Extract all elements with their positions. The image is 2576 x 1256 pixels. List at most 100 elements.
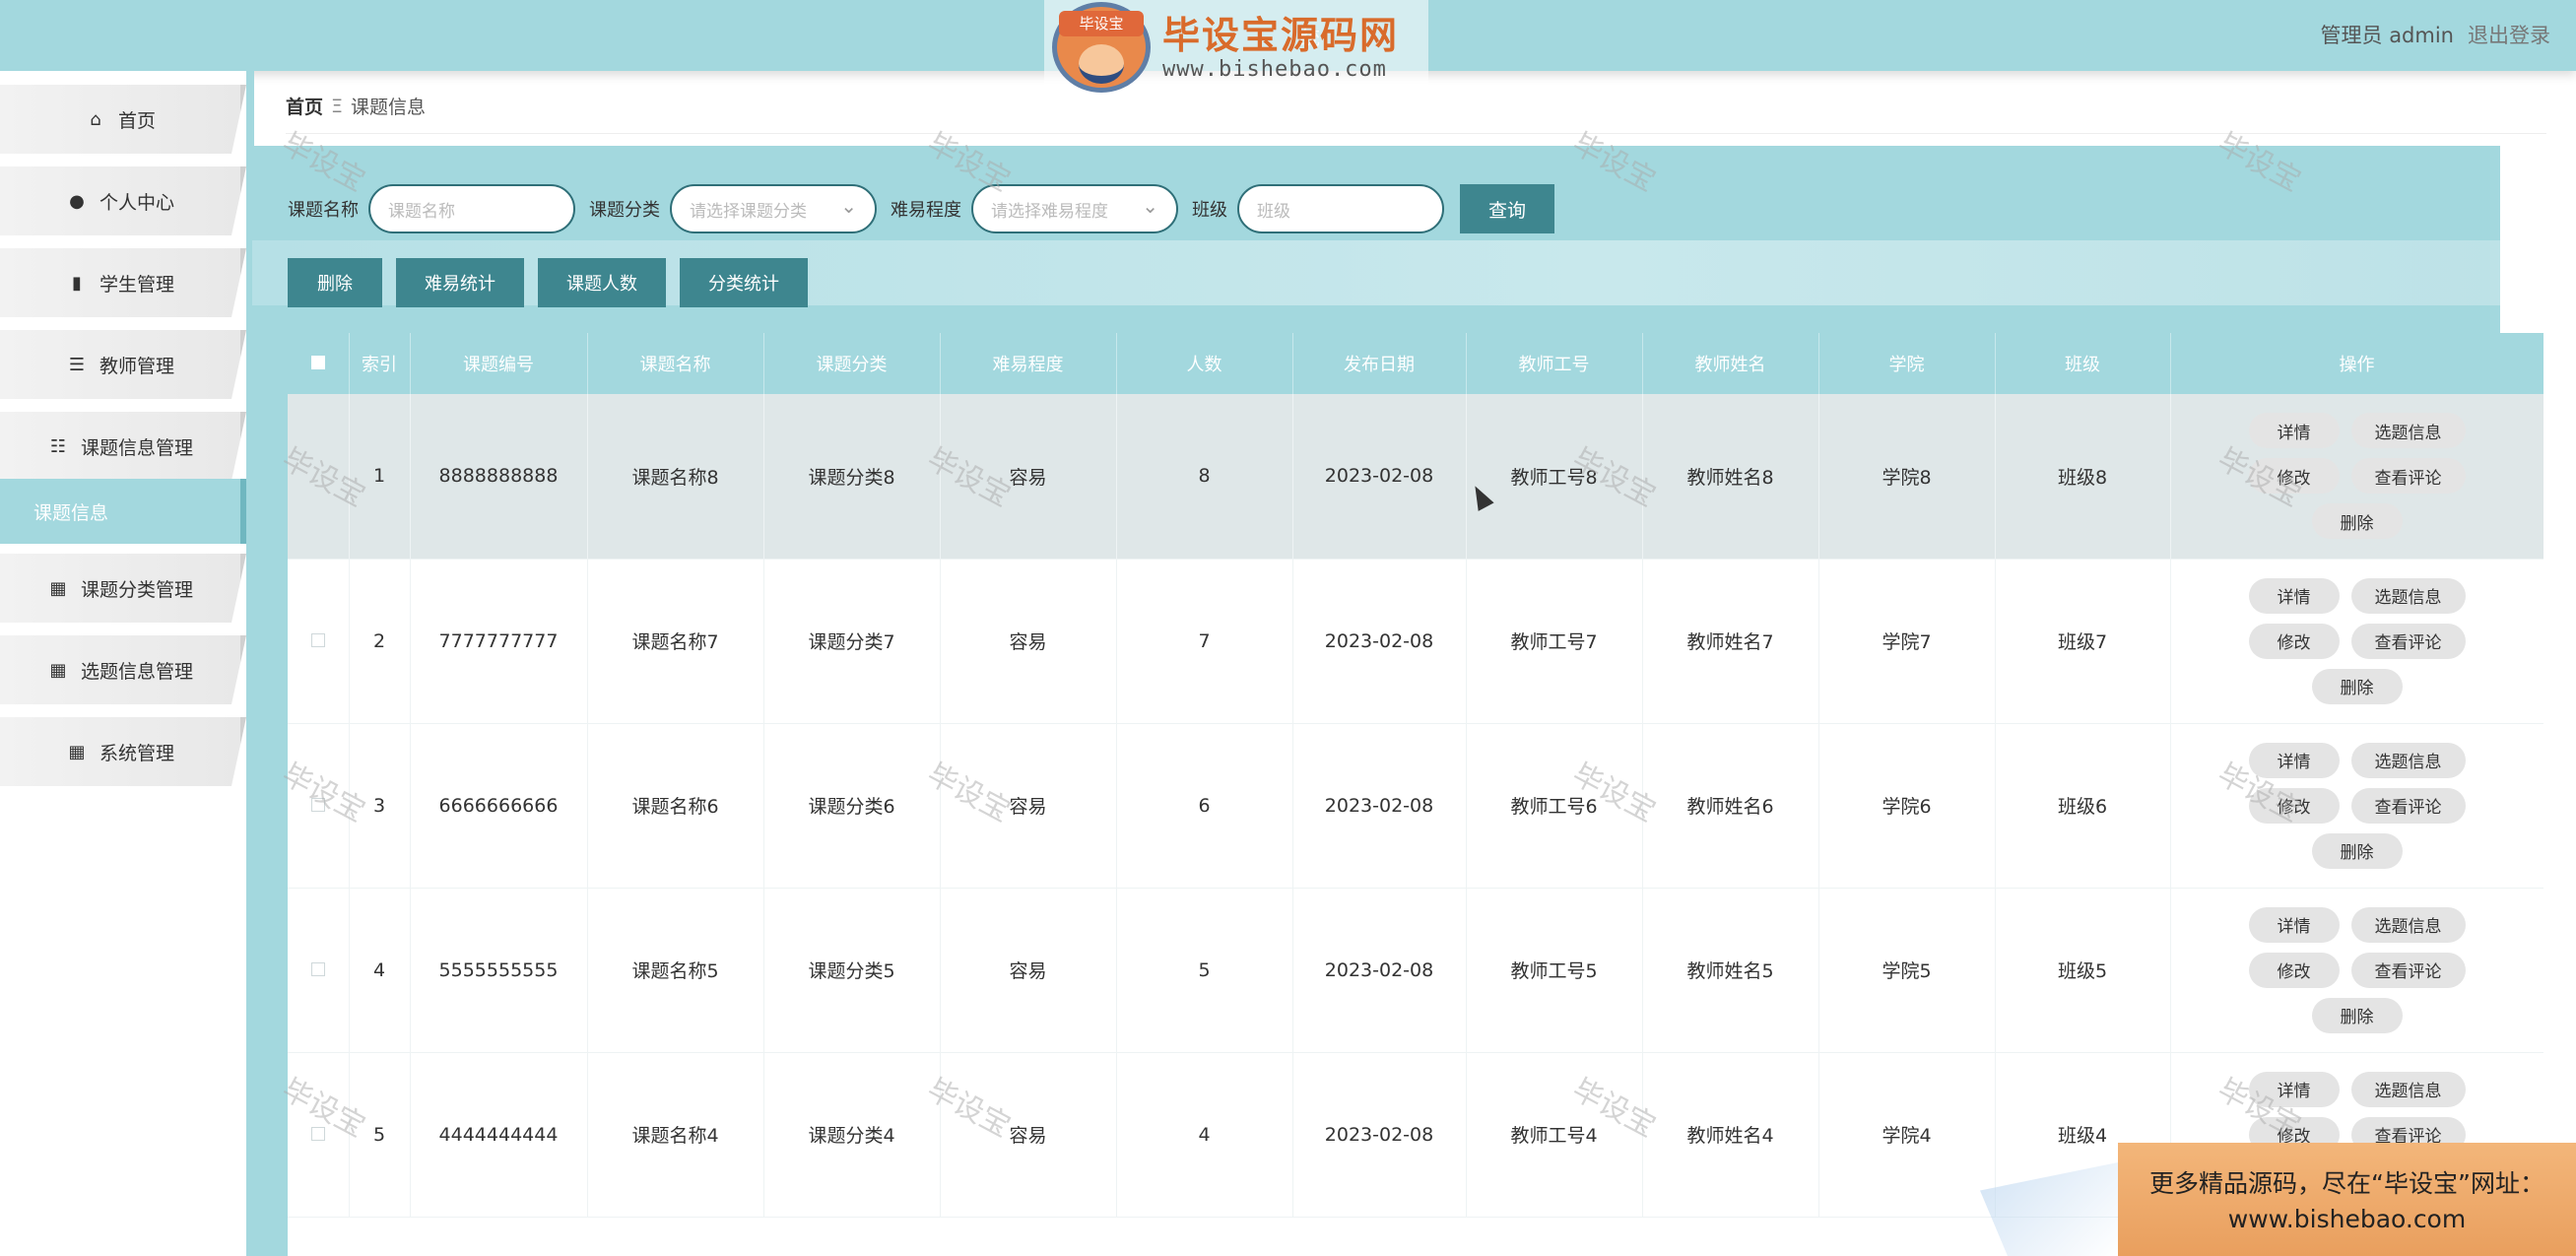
filter-label-difficulty: 难易程度 (891, 200, 961, 221)
sidebar-item-label: 教师管理 (99, 355, 174, 377)
edit-button[interactable]: 修改 (2248, 623, 2340, 659)
cell-code: 7777777777 (410, 559, 588, 724)
row-checkbox[interactable] (288, 559, 350, 724)
cell-class: 班级8 (1995, 394, 2171, 560)
edit-button[interactable]: 修改 (2248, 787, 2340, 824)
breadcrumb-home[interactable]: 首页 (286, 93, 323, 119)
sidebar-item-topic-info[interactable]: ☷ 课题信息管理 (0, 412, 246, 481)
view-comments-button[interactable]: 查看评论 (2350, 787, 2466, 824)
logo-text: 毕设宝源码网 www.bishebao.com (1162, 14, 1399, 82)
table-row[interactable]: 1 8888888888 课题名称8 课题分类8 容易 8 2023-02-08… (288, 394, 2543, 560)
table-row[interactable]: 3 6666666666 课题名称6 课题分类6 容易 6 2023-02-08… (288, 723, 2543, 889)
row-checkbox[interactable] (288, 394, 350, 560)
select-all-checkbox[interactable] (288, 333, 350, 394)
view-comments-button[interactable]: 查看评论 (2350, 623, 2466, 659)
detail-button[interactable]: 详情 (2248, 577, 2340, 614)
topic-table: 索引 课题编号 课题名称 课题分类 难易程度 人数 发布日期 教师工号 教师姓名… (288, 333, 2543, 1256)
category-stats-button[interactable]: 分类统计 (680, 258, 808, 307)
cell-teacher-name: 教师姓名5 (1642, 888, 1819, 1053)
cell-ops: 详情 选题信息 修改 查看评论 删除 (2170, 559, 2543, 724)
sidebar-item-home[interactable]: ⌂ 首页 (0, 85, 246, 154)
sidebar-item-teachers[interactable]: ☰ 教师管理 (0, 330, 246, 399)
query-button[interactable]: 查询 (1460, 184, 1554, 233)
view-comments-button[interactable]: 查看评论 (2350, 952, 2466, 988)
search-filters: 课题名称 课题名称 课题分类 请选择课题分类 难易程度 请选择难易程度 班级 班… (288, 183, 1554, 234)
sidebar-item-label: 课题分类管理 (80, 578, 193, 601)
cell-name: 课题名称8 (587, 394, 764, 560)
sidebar-item-students[interactable]: ▮ 学生管理 (0, 248, 246, 317)
sidebar-item-selection[interactable]: ▦ 选题信息管理 (0, 635, 246, 704)
cell-index: 3 (349, 723, 411, 889)
checkbox-box (310, 1126, 325, 1141)
col-header: 操作 (2170, 333, 2543, 394)
delete-button[interactable]: 删除 (2311, 668, 2403, 704)
logout-link[interactable]: 退出登录 (2468, 20, 2550, 49)
checkbox-box (310, 797, 325, 812)
cell-teacher-name: 教师姓名8 (1642, 394, 1819, 560)
cell-date: 2023-02-08 (1292, 559, 1467, 724)
cell-ops: 详情 选题信息 修改 查看评论 删除 (2170, 394, 2543, 560)
cell-ops: 详情 选题信息 修改 查看评论 删除 (2170, 723, 2543, 889)
detail-button[interactable]: 详情 (2248, 906, 2340, 943)
sidebar-item-label: 系统管理 (99, 742, 174, 764)
topic-count-button[interactable]: 课题人数 (538, 258, 666, 307)
col-header: 课题编号 (410, 333, 588, 394)
batch-delete-button[interactable]: 删除 (288, 258, 382, 307)
sidebar-subitem-topic-info[interactable]: 课题信息 (0, 479, 246, 544)
cell-difficulty: 容易 (940, 559, 1117, 724)
topic-name-input[interactable]: 课题名称 (368, 184, 575, 233)
difficulty-stats-button[interactable]: 难易统计 (396, 258, 524, 307)
view-comments-button[interactable]: 查看评论 (2350, 458, 2466, 495)
sidebar-item-profile[interactable]: ● 个人中心 (0, 166, 246, 235)
checkbox-box (310, 632, 325, 647)
class-input[interactable]: 班级 (1237, 184, 1444, 233)
cell-index: 4 (349, 888, 411, 1053)
cell-index: 5 (349, 1052, 411, 1218)
logo-en: www.bishebao.com (1162, 56, 1387, 82)
cell-college: 学院5 (1818, 888, 1996, 1053)
cell-class: 班级6 (1995, 723, 2171, 889)
edit-button[interactable]: 修改 (2248, 458, 2340, 495)
cell-teacher-name: 教师姓名7 (1642, 559, 1819, 724)
delete-button[interactable]: 删除 (2311, 503, 2403, 540)
row-checkbox[interactable] (288, 1052, 350, 1218)
cell-difficulty: 容易 (940, 394, 1117, 560)
selection-info-button[interactable]: 选题信息 (2350, 742, 2466, 778)
sidebar-item-topic-category[interactable]: ▦ 课题分类管理 (0, 554, 246, 623)
table-row[interactable]: 2 7777777777 课题名称7 课题分类7 容易 7 2023-02-08… (288, 559, 2543, 724)
cell-code: 4444444444 (410, 1052, 588, 1218)
detail-button[interactable]: 详情 (2248, 413, 2340, 449)
delete-button[interactable]: 删除 (2311, 997, 2403, 1033)
selection-info-button[interactable]: 选题信息 (2350, 577, 2466, 614)
user-icon: ● (69, 190, 85, 212)
cell-teacher-no: 教师工号6 (1466, 723, 1643, 889)
cell-date: 2023-02-08 (1292, 1052, 1467, 1218)
promo-banner[interactable]: 更多精品源码，尽在“毕设宝”网址： www.bishebao.com (2118, 1143, 2576, 1256)
user-area: 管理员 admin 退出登录 (2321, 20, 2550, 49)
cell-category: 课题分类6 (763, 723, 941, 889)
col-header: 学院 (1818, 333, 1996, 394)
cell-teacher-no: 教师工号4 (1466, 1052, 1643, 1218)
cell-teacher-no: 教师工号7 (1466, 559, 1643, 724)
selection-info-button[interactable]: 选题信息 (2350, 413, 2466, 449)
topic-category-select[interactable]: 请选择课题分类 (670, 184, 877, 233)
user-label: 管理员 admin (2320, 24, 2454, 47)
cell-college: 学院6 (1818, 723, 1996, 889)
breadcrumb-current: 课题信息 (351, 97, 427, 118)
grid-icon: ▦ (49, 577, 67, 599)
sidebar-item-system[interactable]: ▦ 系统管理 (0, 717, 246, 786)
cell-date: 2023-02-08 (1292, 723, 1467, 889)
edit-button[interactable]: 修改 (2248, 952, 2340, 988)
cell-category: 课题分类4 (763, 1052, 941, 1218)
difficulty-select[interactable]: 请选择难易程度 (971, 184, 1178, 233)
table-row[interactable]: 4 5555555555 课题名称5 课题分类5 容易 5 2023-02-08… (288, 888, 2543, 1053)
sidebar-item-label: 选题信息管理 (80, 660, 193, 683)
detail-button[interactable]: 详情 (2248, 742, 2340, 778)
row-checkbox[interactable] (288, 888, 350, 1053)
selection-info-button[interactable]: 选题信息 (2350, 906, 2466, 943)
row-checkbox[interactable] (288, 723, 350, 889)
list-icon: ☰ (68, 354, 86, 375)
detail-button[interactable]: 详情 (2248, 1071, 2340, 1107)
selection-info-button[interactable]: 选题信息 (2350, 1071, 2466, 1107)
delete-button[interactable]: 删除 (2311, 832, 2403, 869)
